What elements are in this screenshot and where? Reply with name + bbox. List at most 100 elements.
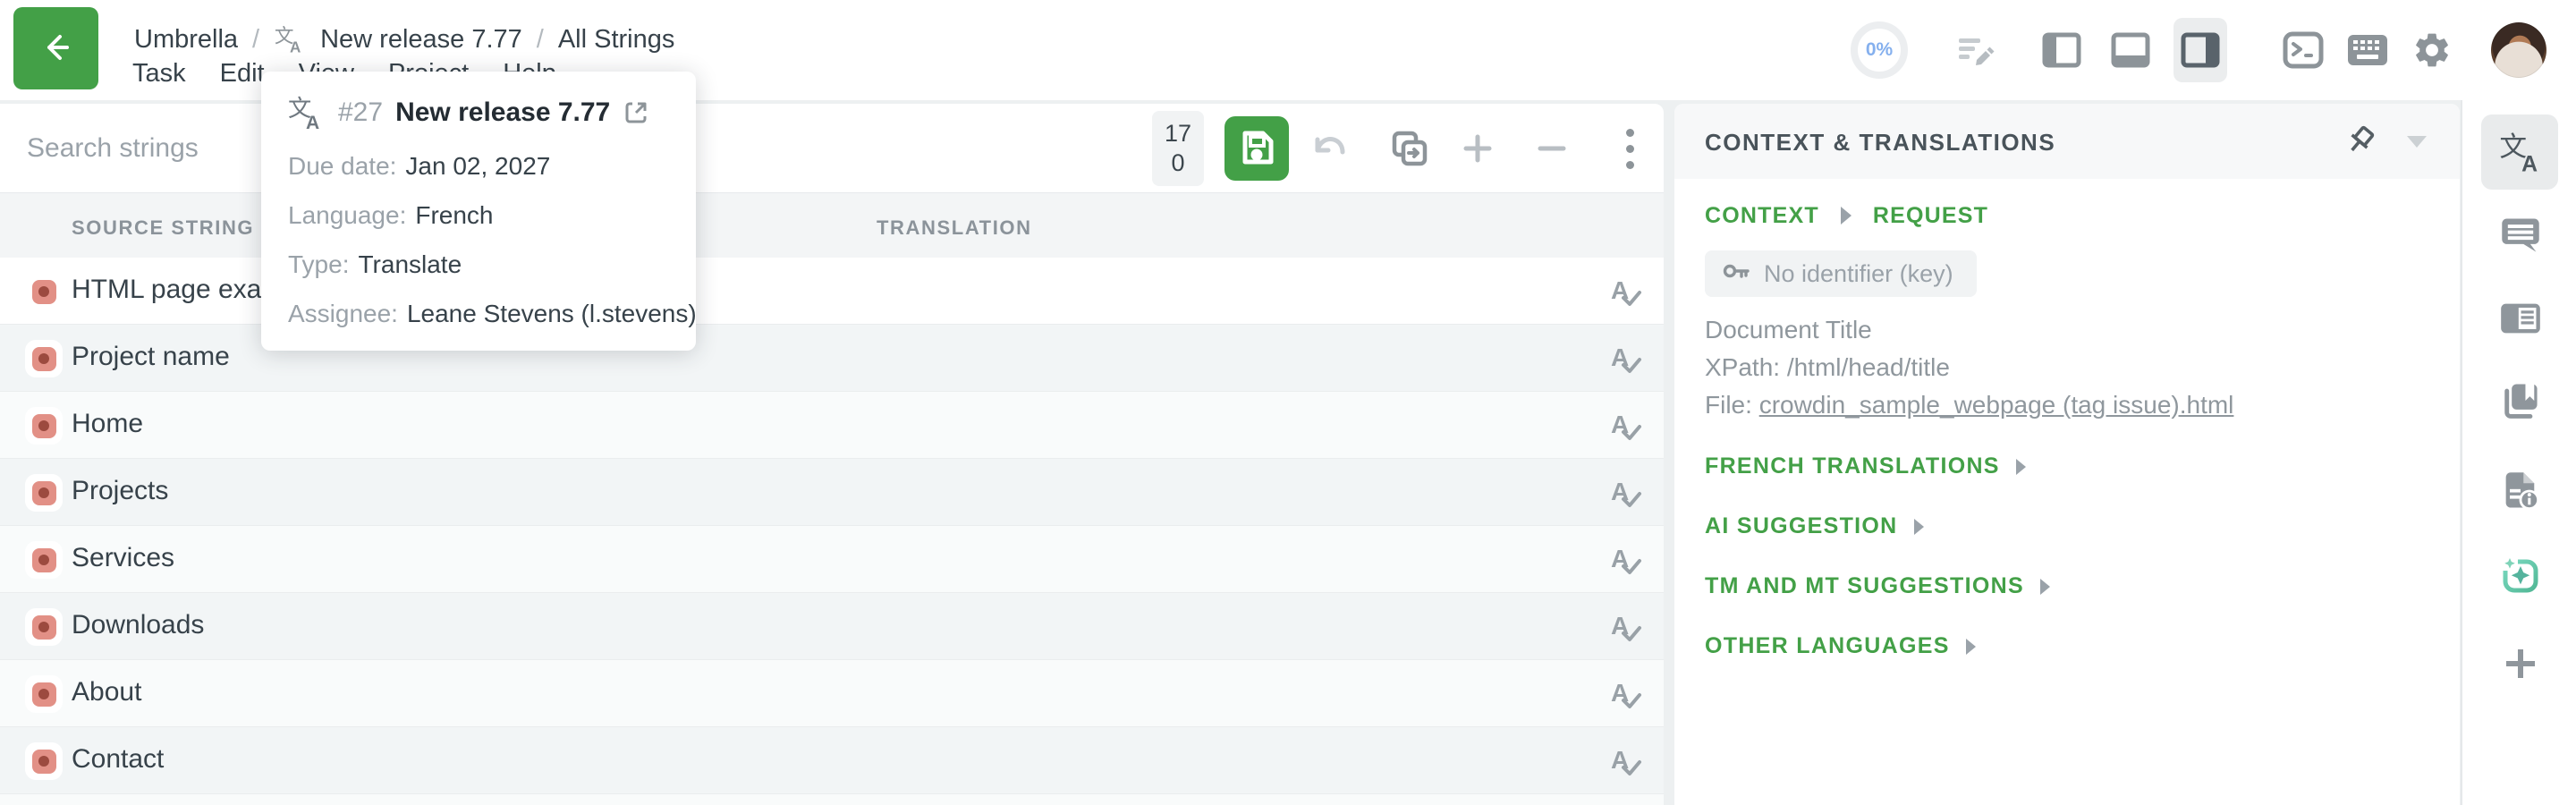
spellcheck-icon[interactable]: A [1606,741,1645,781]
layout-right-active[interactable] [2174,18,2227,82]
table-row[interactable]: HTML page example A [0,258,1664,325]
remove-string-button[interactable] [1536,132,1568,165]
draft-edit-icon[interactable] [1955,30,1996,71]
string-list: HTML page example A Project name A Home … [0,258,1664,805]
key-icon [1721,256,1751,292]
spellcheck-icon[interactable]: A [1606,473,1645,513]
table-row[interactable]: Contact A [0,727,1664,794]
status-untranslated-icon [25,474,63,512]
settings-gear-icon[interactable] [2411,30,2453,71]
string-counter: 17 0 [1152,111,1204,186]
undo-button[interactable] [1309,131,1346,166]
layout-right-icon [2181,32,2220,68]
svg-text:A: A [290,38,301,55]
rail-add-icon[interactable] [2462,635,2576,692]
back-button[interactable] [13,7,98,89]
rail-ai-sparkle-icon[interactable] [2462,547,2576,604]
status-untranslated-icon [25,407,63,445]
breadcrumb-view[interactable]: All Strings [558,25,675,55]
arrow-left-icon [37,28,76,70]
section-other-languages[interactable]: OTHER LANGUAGES [1705,616,2331,676]
spellcheck-icon[interactable]: A [1606,540,1645,580]
rail-file-info-icon[interactable] [2462,462,2576,520]
breadcrumb-separator: / [252,25,259,55]
menu-task[interactable]: Task [132,59,186,95]
table-row[interactable]: About A [0,660,1664,727]
list-filler [0,794,1664,805]
chevron-right-icon [1966,639,1976,655]
side-rail: 文A [2461,100,2576,805]
pin-icon[interactable] [2340,122,2379,161]
table-row[interactable]: Downloads A [0,593,1664,660]
section-label: TM AND MT SUGGESTIONS [1705,573,2024,599]
spellcheck-icon[interactable]: A [1606,339,1645,378]
status-untranslated-icon [25,273,63,310]
breadcrumb-project[interactable]: Umbrella [134,25,238,55]
layout-bottom-icon[interactable] [2111,32,2150,68]
request-link[interactable]: REQUEST [1873,203,1988,229]
task-id: #27 [338,97,383,128]
layout-left-icon[interactable] [2042,32,2081,68]
progress-ring[interactable]: 0% [1851,21,1908,79]
avatar[interactable] [2491,22,2546,78]
breadcrumb-task[interactable]: New release 7.77 [320,25,522,55]
source-string-text: Downloads [72,610,204,640]
counter-top: 17 [1165,120,1191,148]
field-label: Assignee: [288,300,398,328]
section-label: AI SUGGESTION [1705,513,1898,539]
section-french-translations[interactable]: FRENCH TRANSLATIONS [1705,436,2331,496]
add-string-button[interactable] [1462,132,1494,165]
section-label: OTHER LANGUAGES [1705,633,1950,659]
svg-text:A: A [306,113,319,131]
spellcheck-icon[interactable]: A [1606,674,1645,714]
table-row[interactable]: Home A [0,392,1664,459]
field-label: Type: [288,250,349,279]
more-options-button[interactable] [1626,129,1634,169]
table-row[interactable]: Projects A [0,459,1664,526]
rail-glossary-pages-icon[interactable] [2462,372,2576,429]
rail-card-info-icon[interactable] [2462,290,2576,347]
chevron-right-icon [2016,459,2026,475]
chevron-right-icon [1914,519,1924,535]
file-label: File: [1705,391,1752,419]
counter-bottom: 0 [1171,149,1184,177]
spellcheck-icon[interactable]: A [1606,272,1645,311]
task-name: New release 7.77 [395,97,610,128]
status-untranslated-icon [25,541,63,579]
spellcheck-icon[interactable]: A [1606,406,1645,445]
identifier-text: No identifier (key) [1764,260,1953,288]
rail-comments-icon[interactable] [2462,206,2576,263]
panel-sections: FRENCH TRANSLATIONS AI SUGGESTION TM AND… [1705,436,2331,676]
xpath-line: XPath: /html/head/title [1705,349,2233,386]
spellcheck-icon[interactable]: A [1606,607,1645,647]
strings-panel: 17 0 SOURCE STRING TRAN [0,104,1664,805]
field-value: Translate [358,250,462,279]
section-tm-mt-suggestions[interactable]: TM AND MT SUGGESTIONS [1705,556,2331,616]
terminal-icon[interactable] [2283,31,2324,69]
task-popup-rows: Due date: Jan 02, 2027 Language: French … [288,141,669,338]
status-untranslated-icon [25,675,63,713]
context-links: CONTEXT REQUEST [1705,198,1988,233]
field-value: Jan 02, 2027 [405,152,550,181]
table-row[interactable]: Project name A [0,325,1664,392]
context-panel-header: CONTEXT & TRANSLATIONS [1674,104,2460,179]
field-value: French [415,201,493,230]
status-untranslated-icon [25,608,63,646]
translation-column-header: TRANSLATION [877,216,1032,240]
table-row[interactable]: Services A [0,526,1664,593]
chevron-right-icon [2040,579,2050,595]
external-link-icon[interactable] [623,99,649,126]
save-button[interactable] [1224,116,1289,181]
file-line: File: crowdin_sample_webpage (tag issue)… [1705,386,2233,424]
task-assignee-row: Assignee: Leane Stevens (l.stevens) [288,289,669,338]
task-due-date-row: Due date: Jan 02, 2027 [288,141,669,191]
menu-edit[interactable]: Edit [220,59,265,95]
context-link[interactable]: CONTEXT [1705,203,1819,229]
section-ai-suggestion[interactable]: AI SUGGESTION [1705,496,2331,556]
source-string-text: About [72,677,141,708]
rail-translate-icon[interactable]: 文A [2462,123,2576,181]
keyboard-icon[interactable] [2347,34,2388,66]
file-link[interactable]: crowdin_sample_webpage (tag issue).html [1759,391,2234,419]
caret-down-icon[interactable] [2404,131,2429,152]
copy-source-button[interactable] [1389,128,1430,169]
